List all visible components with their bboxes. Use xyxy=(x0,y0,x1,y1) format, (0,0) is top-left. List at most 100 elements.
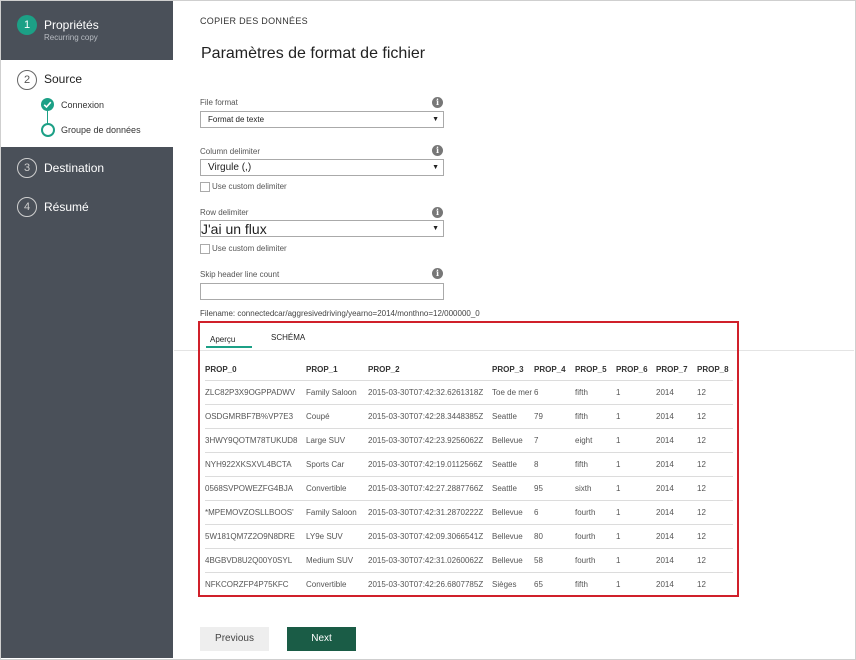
step-2-number: 2 xyxy=(17,70,37,90)
step-source[interactable]: 2 Source Connexion Groupe de données xyxy=(1,60,173,147)
previous-button[interactable]: Previous xyxy=(200,627,269,651)
table-cell: Sièges xyxy=(492,572,534,596)
table-cell: ZLC82P3X9OGPPADWV xyxy=(205,380,306,405)
skip-header-label: Skip header line count xyxy=(200,270,280,279)
table-cell: eight xyxy=(575,428,616,453)
dropdown-arrow-icon: ▼ xyxy=(432,164,439,171)
table-cell: Bellevue xyxy=(492,428,534,453)
table-cell: 12 xyxy=(697,404,733,429)
table-cell: *MPEMOVZOSLLBOOS' xyxy=(205,500,306,525)
table-cell: 2015-03-30T07:42:09.3066541Z xyxy=(368,524,492,549)
table-row: 4BGBVD8U2Q00Y0SYL Medium SUV 2015-03-30T07… xyxy=(205,548,733,573)
table-cell: Bellevue xyxy=(492,500,534,525)
table-cell: 12 xyxy=(697,524,733,549)
table-cell: 2015-03-30T07:42:32.6261318Z xyxy=(368,380,492,405)
row-delimiter-label: Row delimiter xyxy=(200,208,249,217)
table-cell: 1 xyxy=(616,572,656,596)
table-cell: Toe de mer xyxy=(492,380,534,405)
info-icon[interactable]: i xyxy=(432,268,443,279)
column-delimiter-label: Column delimiter xyxy=(200,147,261,156)
table-cell: 65 xyxy=(534,572,575,596)
tab-schema[interactable]: SCHÉMA xyxy=(271,333,305,342)
step-1-title: Propriétés xyxy=(44,18,99,32)
table-cell: Coupé xyxy=(306,404,368,429)
table-cell: 1 xyxy=(616,428,656,453)
table-cell: 1 xyxy=(616,380,656,405)
table-cell: 6 xyxy=(534,380,575,405)
step-1-number: 1 xyxy=(17,15,37,35)
info-icon[interactable]: i xyxy=(432,207,443,218)
open-circle-icon xyxy=(41,123,55,137)
table-cell: Large SUV xyxy=(306,428,368,453)
tab-preview-indicator xyxy=(206,346,252,348)
row-delimiter-value: J'ai un flux xyxy=(201,221,267,237)
table-cell: OSDGMRBF7B%VP7E3 xyxy=(205,404,306,429)
table-cell: 95 xyxy=(534,476,575,501)
table-cell: fifth xyxy=(575,452,616,477)
table-cell: fourth xyxy=(575,548,616,573)
table-cell: fourth xyxy=(575,524,616,549)
table-cell: Sports Car xyxy=(306,452,368,477)
row-delimiter-select[interactable]: J'ai un flux ▼ xyxy=(200,220,444,237)
table-cell: 58 xyxy=(534,548,575,573)
table-cell: 2014 xyxy=(656,476,697,501)
table-cell: sixth xyxy=(575,476,616,501)
info-icon[interactable]: i xyxy=(432,145,443,156)
dropdown-arrow-icon: ▼ xyxy=(432,116,439,123)
column-custom-delimiter-label: Use custom delimiter xyxy=(212,182,287,191)
table-cell: 2014 xyxy=(656,452,697,477)
table-cell: 7 xyxy=(534,428,575,453)
table-header-row: PROP_0 PROP_1 PROP_2 PROP_3 PROP_4 PROP_… xyxy=(205,358,733,381)
table-cell: 8 xyxy=(534,452,575,477)
table-cell: 2015-03-30T07:42:28.3448385Z xyxy=(368,404,492,429)
table-cell: 1 xyxy=(616,452,656,477)
table-cell: 1 xyxy=(616,548,656,573)
table-cell: 12 xyxy=(697,548,733,573)
table-row: ZLC82P3X9OGPPADWV Family Saloon 2015-03-30… xyxy=(205,380,733,405)
table-cell: 1 xyxy=(616,524,656,549)
info-icon[interactable]: i xyxy=(432,97,443,108)
column-header: PROP_5 xyxy=(575,364,607,374)
column-custom-delimiter-checkbox[interactable] xyxy=(200,182,210,192)
column-delimiter-value: Virgule (,) xyxy=(208,162,252,173)
table-cell: 12 xyxy=(697,428,733,453)
row-custom-delimiter-checkbox[interactable] xyxy=(200,244,210,254)
table-row: OSDGMRBF7B%VP7E3 Coupé 2015-03-30T07:42:28… xyxy=(205,404,733,429)
step-2-title: Source xyxy=(44,72,83,86)
next-button[interactable]: Next xyxy=(287,627,356,651)
column-header: PROP_2 xyxy=(368,364,400,374)
substep-dataset[interactable]: Groupe de données xyxy=(61,125,141,135)
filename-text: Filename: connectedcar/aggresivedriving/… xyxy=(200,309,480,318)
table-row: 5W181QM7Z2O9N8DRE LY9e SUV 2015-03-30T07:4… xyxy=(205,524,733,549)
table-cell: Convertible xyxy=(306,476,368,501)
step-3-number: 3 xyxy=(17,158,37,178)
table-cell: 2015-03-30T07:42:31.2870222Z xyxy=(368,500,492,525)
file-format-select[interactable]: Format de texte ▼ xyxy=(200,111,444,128)
preview-table: PROP_0 PROP_1 PROP_2 PROP_3 PROP_4 PROP_… xyxy=(205,358,733,596)
column-header: PROP_7 xyxy=(656,364,688,374)
table-cell: fifth xyxy=(575,404,616,429)
table-cell: 2014 xyxy=(656,572,697,596)
skip-header-input[interactable] xyxy=(200,283,444,300)
table-cell: Seattle xyxy=(492,452,534,477)
table-cell: 2014 xyxy=(656,548,697,573)
table-row: NFKCORZFP4P75KFC Convertible 2015-03-30T07… xyxy=(205,572,733,596)
table-cell: 2015-03-30T07:42:19.0112566Z xyxy=(368,452,492,477)
column-delimiter-select[interactable]: Virgule (,) ▼ xyxy=(200,159,444,176)
substep-connection[interactable]: Connexion xyxy=(61,100,104,110)
table-cell: 2014 xyxy=(656,500,697,525)
table-row: 0568SVPOWEZFG4BJA Convertible 2015-03-30T0… xyxy=(205,476,733,501)
table-cell: 1 xyxy=(616,500,656,525)
table-cell: Seattle xyxy=(492,476,534,501)
table-cell: 1 xyxy=(616,404,656,429)
table-cell: 2015-03-30T07:42:27.2887766Z xyxy=(368,476,492,501)
table-cell: 1 xyxy=(616,476,656,501)
tab-preview[interactable]: Aperçu xyxy=(210,335,235,344)
table-cell: 12 xyxy=(697,380,733,405)
table-cell: 79 xyxy=(534,404,575,429)
table-cell: Convertible xyxy=(306,572,368,596)
table-cell: 12 xyxy=(697,500,733,525)
step-1-subtitle: Recurring copy xyxy=(44,33,98,42)
step-4-number: 4 xyxy=(17,197,37,217)
wizard-sidebar: 1 Propriétés Recurring copy 2 Source Con… xyxy=(1,1,173,658)
